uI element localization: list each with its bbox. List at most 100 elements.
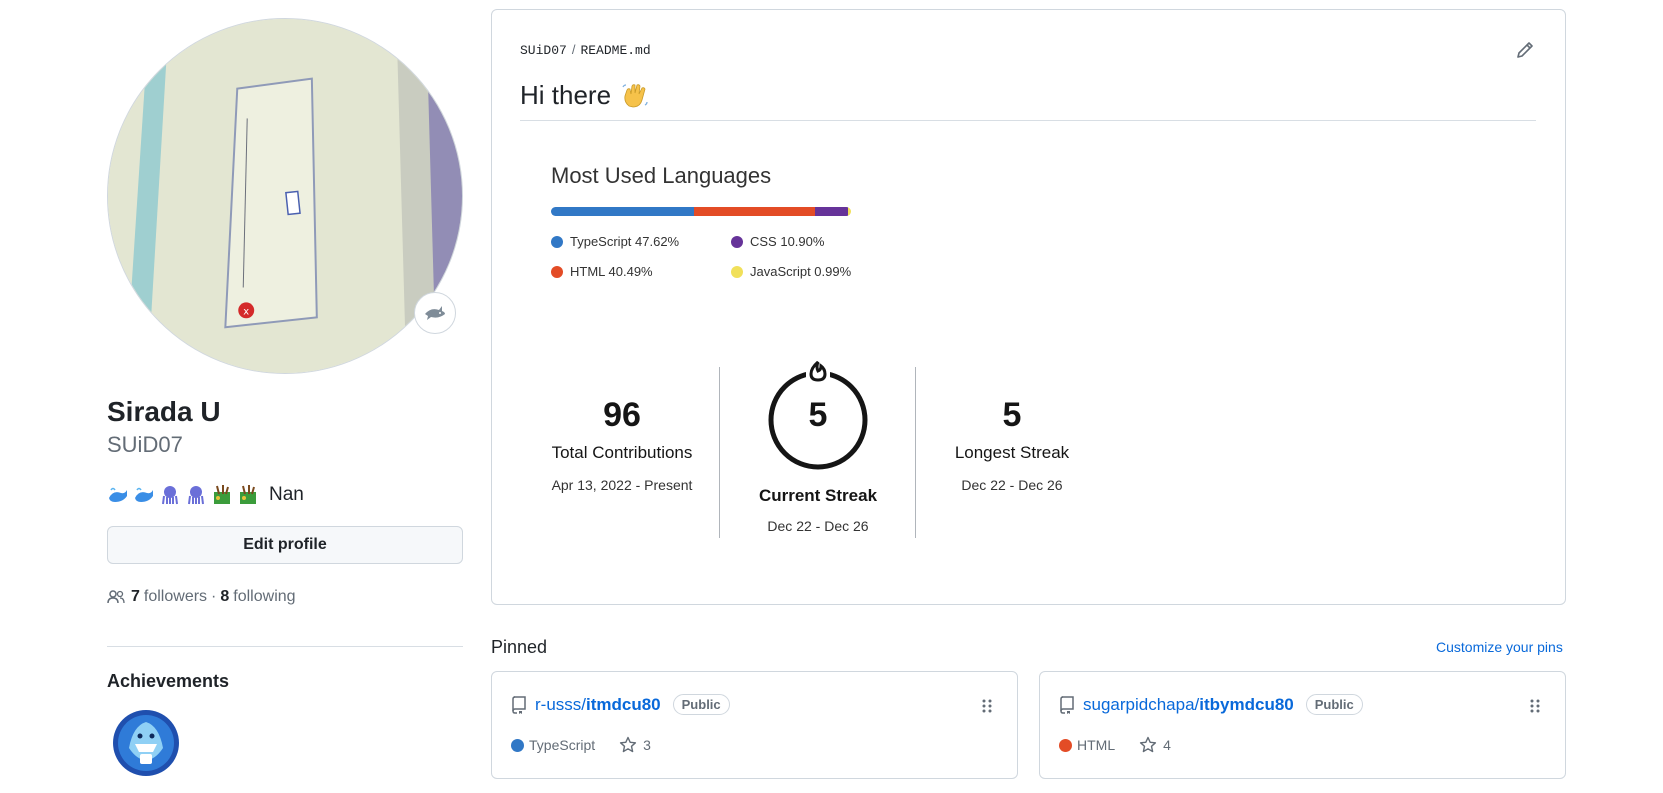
language-label: TypeScript 47.62% (570, 234, 680, 249)
edit-readme-button[interactable] (1515, 40, 1535, 60)
octopus-icon (162, 486, 178, 505)
readme-card (491, 9, 1566, 605)
repo-link[interactable]: sugarpidchapa/itbymdcu80 (1083, 695, 1294, 715)
repo-meta: HTML 4 (1059, 736, 1171, 754)
whale-icon (135, 487, 153, 502)
visibility-badge: Public (1305, 694, 1363, 715)
language-color-dot (1059, 738, 1072, 752)
followers-link[interactable]: 7 followers (131, 588, 207, 606)
total-contributions-label: Total Contributions (551, 443, 693, 462)
following-link[interactable]: 8 following (220, 588, 295, 606)
current-streak-value: 5 (808, 396, 828, 434)
total-contributions-range: Apr 13, 2022 - Present (551, 477, 693, 493)
readme-breadcrumb: SUiD07 / README.md (520, 42, 651, 58)
language-item-css: CSS 10.90% (731, 234, 824, 249)
profile-username: SUiD07 (107, 432, 183, 457)
languages-title: Most Used Languages (551, 163, 772, 188)
achievements-heading: Achievements (107, 671, 230, 691)
people-icon (107, 590, 125, 604)
current-streak-range: Dec 22 - Dec 26 (767, 518, 869, 534)
avatar-photo: x (108, 19, 462, 373)
readme-owner[interactable]: SUiD07 (520, 43, 567, 58)
pinned-repo-card: sugarpidchapa/itbymdcu80 Public HTML 4 (1039, 671, 1566, 779)
following-label: following (233, 588, 296, 605)
language-item-typescript: TypeScript 47.62% (551, 234, 679, 249)
repo-icon (512, 695, 526, 714)
edit-profile-button[interactable]: Edit profile (107, 526, 463, 564)
language-dot (731, 265, 743, 278)
language-dot (551, 265, 563, 278)
repo-stars[interactable]: 4 (1139, 736, 1171, 754)
longest-streak-value: 5 (1002, 396, 1022, 434)
repo-name: itbymdcu80 (1199, 694, 1294, 714)
whale-icon (109, 487, 127, 502)
repo-header: sugarpidchapa/itbymdcu80 Public (1059, 694, 1363, 715)
repo-owner: r-usss/ (535, 694, 586, 714)
follow-stats: 7 followers · 8 following (107, 586, 296, 608)
waving-hand-icon (622, 83, 648, 107)
drag-handle-icon[interactable] (981, 698, 993, 714)
language-bar-segment (551, 207, 694, 216)
total-contributions-value: 96 (603, 396, 641, 434)
repo-meta: TypeScript 3 (511, 736, 651, 754)
bamboo-icon (214, 485, 230, 504)
octopus-icon (188, 486, 204, 505)
profile-fullname: Sirada U (107, 396, 221, 427)
longest-streak-label: Longest Streak (954, 443, 1070, 462)
repo-owner: sugarpidchapa/ (1083, 694, 1200, 714)
readme-heading: Hi there (520, 80, 649, 111)
language-dot (551, 235, 563, 248)
heading-divider (520, 120, 1536, 121)
language-label: CSS 10.90% (750, 234, 825, 249)
star-count: 4 (1163, 737, 1171, 753)
total-contributions-stat: 96 Total Contributions Apr 13, 2022 - Pr… (528, 396, 716, 493)
customize-pins-link[interactable]: Customize your pins (1436, 639, 1563, 655)
follow-separator: · (211, 588, 217, 605)
longest-streak-range: Dec 22 - Dec 26 (961, 477, 1063, 493)
repo-name: itmdcu80 (586, 694, 661, 714)
bio-text: Nan (269, 484, 304, 505)
repo-language: HTML (1077, 737, 1116, 753)
language-bar-segment (815, 207, 849, 216)
readme-file[interactable]: README.md (580, 43, 650, 58)
language-dot (731, 235, 743, 248)
current-streak-ring: 5 (756, 358, 880, 482)
status-emoji-button[interactable] (414, 292, 456, 334)
star-icon (1140, 736, 1157, 753)
repo-stars[interactable]: 3 (619, 736, 651, 754)
profile-avatar[interactable]: x (107, 18, 463, 374)
readme-heading-text: Hi there (520, 80, 612, 110)
star-icon (620, 736, 637, 753)
current-streak-stat: Current Streak Dec 22 - Dec 26 (740, 486, 896, 534)
language-bar-segment (693, 207, 816, 216)
pinned-heading: Pinned (491, 637, 548, 657)
visibility-badge: Public (672, 694, 730, 715)
language-item-html: HTML 40.49% (551, 264, 653, 279)
longest-streak-stat: 5 Longest Streak Dec 22 - Dec 26 (918, 396, 1106, 493)
pinned-repo-card: r-usss/itmdcu80 Public TypeScript 3 (491, 671, 1018, 779)
star-count: 3 (643, 737, 651, 753)
profile-bio: Nan (107, 480, 304, 510)
breadcrumb-separator: / (571, 42, 576, 57)
language-label: HTML 40.49% (570, 264, 653, 279)
followers-label: followers (143, 588, 208, 605)
stat-divider (915, 367, 916, 538)
pencil-icon (1517, 42, 1533, 58)
bamboo-icon (240, 485, 256, 504)
language-color-dot (511, 738, 524, 752)
shark-badge-icon (113, 710, 179, 776)
language-item-javascript: JavaScript 0.99% (731, 264, 851, 279)
languages-progress-bar (551, 207, 851, 216)
repo-language: TypeScript (529, 737, 596, 753)
repo-icon (1060, 695, 1074, 714)
drag-handle-icon[interactable] (1529, 698, 1541, 714)
sidebar-divider (107, 646, 463, 647)
followers-count: 7 (131, 588, 140, 605)
language-label: JavaScript 0.99% (750, 264, 852, 279)
following-count: 8 (220, 588, 230, 605)
repo-link[interactable]: r-usss/itmdcu80 (535, 695, 661, 715)
shark-icon (425, 306, 445, 320)
stat-divider (719, 367, 720, 538)
achievement-badge[interactable] (111, 708, 181, 778)
current-streak-label: Current Streak (758, 486, 878, 505)
